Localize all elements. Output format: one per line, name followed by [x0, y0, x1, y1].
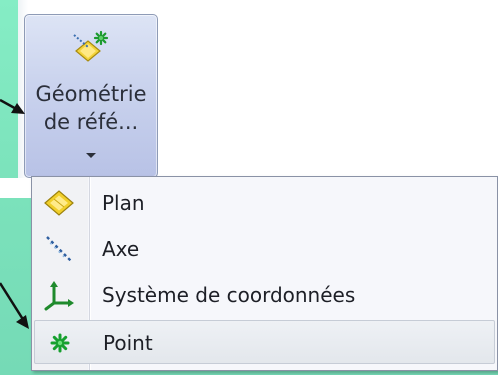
- plane-icon: [44, 190, 74, 216]
- menu-item-plan-label: Plan: [102, 191, 145, 215]
- reference-geometry-menu: Plan Axe Système de coordonnées Point: [31, 176, 498, 371]
- menu-item-point-label: Point: [103, 331, 153, 355]
- menu-item-coordinate-system[interactable]: Système de coordonnées: [34, 273, 495, 317]
- reference-geometry-icon: [73, 30, 109, 62]
- menu-item-point[interactable]: Point: [34, 320, 495, 364]
- dropdown-arrow-icon[interactable]: [86, 153, 96, 158]
- point-icon: [50, 333, 70, 353]
- ribbon-panel-lower-strip: [0, 178, 32, 198]
- menu-item-axe[interactable]: Axe: [34, 227, 495, 271]
- reference-geometry-label-line2: de réfé...: [43, 110, 139, 134]
- reference-geometry-button[interactable]: Géométrie de réfé...: [24, 14, 158, 178]
- axis-icon: [46, 236, 72, 262]
- menu-item-plan[interactable]: Plan: [34, 181, 495, 225]
- reference-geometry-label-line1: Géométrie: [35, 82, 147, 106]
- menu-item-coordinate-system-label: Système de coordonnées: [102, 283, 356, 307]
- coordinate-system-icon: [44, 281, 74, 311]
- menu-item-axe-label: Axe: [102, 237, 140, 261]
